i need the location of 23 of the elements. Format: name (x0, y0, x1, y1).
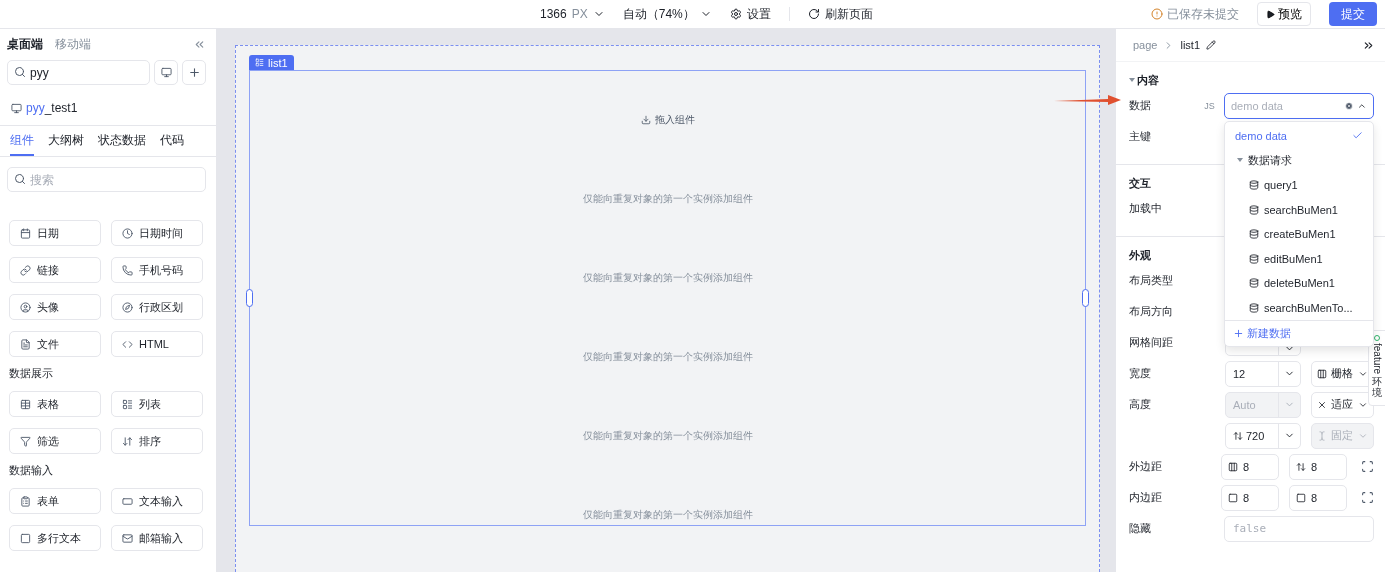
property-label: 主键 (1129, 129, 1152, 144)
property-label: 网格间距 (1129, 335, 1174, 350)
repeat-hint: 仅能向重复对象的第一个实例添加组件 (582, 508, 753, 522)
property-label: 布局类型 (1129, 273, 1174, 288)
property-label: 隐藏 (1129, 521, 1152, 536)
group-title: 外观 (1129, 247, 1151, 263)
save-status: 已保存未提交 (1167, 5, 1239, 23)
section-title: 数据展示 (9, 366, 54, 381)
repeat-hint: 仅能向重复对象的第一个实例添加组件 (582, 350, 753, 364)
property-label: 外边距 (1129, 459, 1163, 474)
property-label: 数据 (1129, 98, 1152, 113)
property-label: 布局方向 (1129, 304, 1174, 319)
repeat-hint: 仅能向重复对象的第一个实例添加组件 (582, 192, 753, 206)
group-title: 内容 (1137, 72, 1159, 88)
property-label: 加载中 (1129, 201, 1163, 216)
repeat-hint: 仅能向重复对象的第一个实例添加组件 (582, 271, 753, 285)
property-label: 内边距 (1129, 490, 1163, 505)
property-label: 高度 (1129, 397, 1152, 412)
property-label: 宽度 (1129, 366, 1152, 381)
group-title: 交互 (1129, 175, 1151, 191)
repeat-hint: 仅能向重复对象的第一个实例添加组件 (582, 429, 753, 443)
section-title: 数据输入 (9, 463, 54, 478)
drop-hint: 拖入组件 (640, 113, 695, 127)
